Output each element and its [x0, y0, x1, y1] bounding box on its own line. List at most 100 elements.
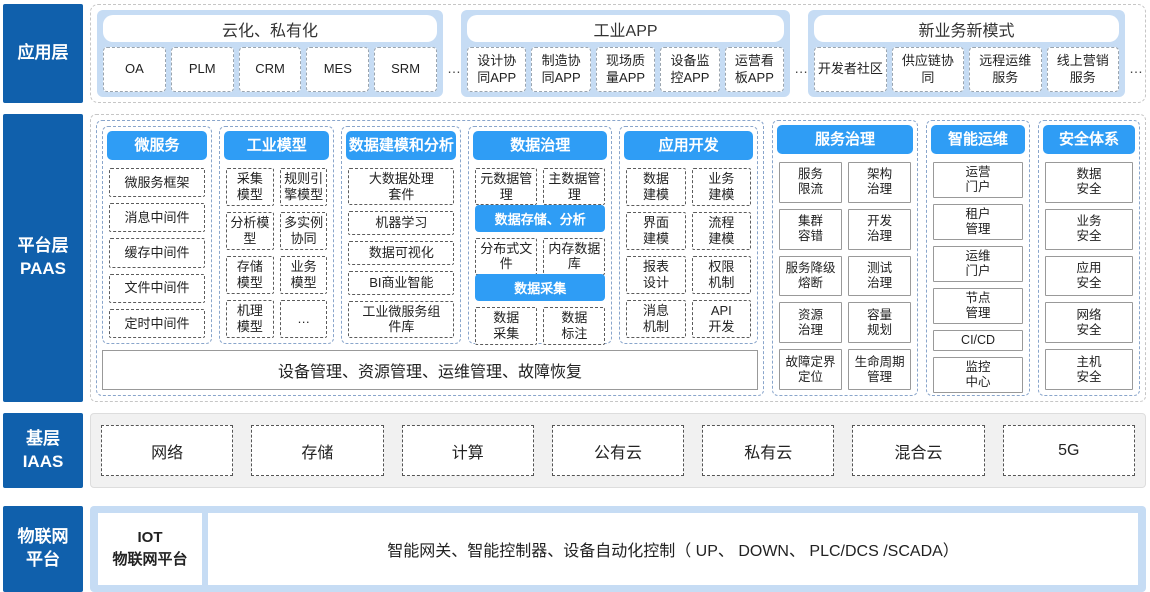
paas-item: 大数据处理 套件 — [348, 168, 454, 205]
group-items: OA PLM CRM MES SRM — [103, 47, 437, 92]
paas-item: 开发 治理 — [848, 209, 911, 250]
app-item: PLM — [171, 47, 234, 92]
group-title: 新业务新模式 — [814, 15, 1119, 42]
paas-core-columns: 微服务 微服务框架 消息中间件 缓存中间件 文件中间件 定时中间件 工业模型 采… — [102, 126, 758, 344]
group-new-business: 新业务新模式 开发者社区 供应链协 同 远程运维 服务 线上营销 服务 — [808, 10, 1125, 97]
column-body: 服务 限流 架构 治理 集群 容错 开发 治理 服务降级 熔断 测试 治理 资源… — [776, 160, 914, 392]
column-header: 数据建模和分析 — [346, 131, 456, 160]
iot-platform-box: IOT 物联网平台 — [98, 513, 202, 585]
layer-label-line2: IAAS — [23, 451, 64, 474]
paas-item: 机器学习 — [348, 211, 454, 235]
paas-item: 数据可视化 — [348, 241, 454, 265]
column-header: 数据治理 — [473, 131, 607, 160]
app-item: 运营看 板APP — [725, 47, 784, 92]
paas-item: 业务 模型 — [280, 256, 328, 294]
paas-item: 数据 标注 — [543, 307, 605, 344]
column-app-development: 应用开发 数据 建模 业务 建模 界面 建模 流程 建模 报表 设计 权限 机制… — [619, 126, 758, 344]
paas-management-bar: 设备管理、资源管理、运维管理、故障恢复 — [102, 350, 758, 390]
group-items: 设计协 同APP 制造协 同APP 现场质 量APP 设备监 控APP 运营看 … — [467, 47, 784, 92]
group-items: 开发者社区 供应链协 同 远程运维 服务 线上营销 服务 — [814, 47, 1119, 92]
column-industrial-model: 工业模型 采集 模型 规则引 擎模型 分析模 型 多实例 协同 存储 模型 业务… — [219, 126, 334, 344]
paas-item: 测试 治理 — [848, 256, 911, 297]
layer-label-line1: 物联网 — [18, 526, 69, 549]
paas-item: 文件中间件 — [109, 274, 205, 303]
column-data-modeling: 数据建模和分析 大数据处理 套件 机器学习 数据可视化 BI商业智能 工业微服务… — [341, 126, 461, 344]
column-security: 安全体系 数据 安全 业务 安全 应用 安全 网络 安全 主机 安全 — [1038, 120, 1140, 396]
paas-item: 分析模 型 — [226, 212, 274, 250]
paas-item: 服务 限流 — [779, 162, 842, 203]
paas-item: 集群 容错 — [779, 209, 842, 250]
iot-box-line2: 物联网平台 — [112, 549, 187, 572]
paas-item: 分布式文 件 — [475, 238, 537, 275]
paas-layer-label: 平台层 PAAS — [3, 114, 83, 402]
app-item: 线上营销 服务 — [1047, 47, 1119, 92]
app-item: 开发者社区 — [814, 47, 886, 92]
paas-item: 运营 门户 — [933, 162, 1023, 198]
iaas-layer-row: 基层 IAAS 网络 存储 计算 公有云 私有云 混合云 5G — [3, 413, 1146, 488]
data-storage-grid: 分布式文 件 内存数据 库 — [475, 238, 605, 269]
column-body: 数据 建模 业务 建模 界面 建模 流程 建模 报表 设计 权限 机制 消息 机… — [623, 166, 754, 340]
paas-item: 工业微服务组 件库 — [348, 301, 454, 338]
group-title: 云化、私有化 — [103, 15, 437, 42]
paas-item: 采集 模型 — [226, 168, 274, 206]
paas-item: 容量 规划 — [848, 302, 911, 343]
app-item: 现场质 量APP — [596, 47, 655, 92]
app-item: SRM — [374, 47, 437, 92]
app-item: 设备监 控APP — [660, 47, 719, 92]
paas-item: 主机 安全 — [1045, 349, 1133, 390]
column-header: 应用开发 — [624, 131, 753, 160]
iaas-layer-label: 基层 IAAS — [3, 413, 83, 488]
ellipsis-more: … — [447, 60, 457, 76]
column-header: 服务治理 — [777, 125, 913, 154]
sub-header-data-storage: 数据存储、分析 — [475, 205, 605, 232]
iot-description: 智能网关、智能控制器、设备自动化控制（ UP、 DOWN、 PLC/DCS /S… — [208, 513, 1138, 585]
paas-item: 运维 门户 — [933, 246, 1023, 282]
paas-item: 存储 模型 — [226, 256, 274, 294]
app-item: CRM — [239, 47, 302, 92]
paas-item: 多实例 协同 — [280, 212, 328, 250]
data-governance-top-grid: 元数据管 理 主数据管 理 — [475, 168, 605, 199]
layer-label-text: 应用层 — [18, 42, 69, 65]
architecture-diagram: 应用层 云化、私有化 OA PLM CRM MES SRM … 工业APP 设计… — [0, 0, 1150, 592]
paas-core-group: 微服务 微服务框架 消息中间件 缓存中间件 文件中间件 定时中间件 工业模型 采… — [96, 120, 764, 396]
paas-item: 内存数据 库 — [543, 238, 605, 275]
layer-label-line2: 平台 — [26, 549, 60, 572]
iaas-item: 网络 — [101, 425, 233, 476]
layer-label-line1: 平台层 — [18, 235, 69, 258]
iot-layer-label: 物联网 平台 — [3, 506, 83, 592]
column-service-governance: 服务治理 服务 限流 架构 治理 集群 容错 开发 治理 服务降级 熔断 测试 … — [772, 120, 918, 396]
iaas-item: 5G — [1003, 425, 1135, 476]
paas-item: 微服务框架 — [109, 168, 205, 197]
paas-item: 网络 安全 — [1045, 302, 1133, 343]
layer-label-line1: 基层 — [26, 428, 60, 451]
app-item: OA — [103, 47, 166, 92]
app-item: 制造协 同APP — [531, 47, 590, 92]
paas-item: 架构 治理 — [848, 162, 911, 203]
application-layer-content: 云化、私有化 OA PLM CRM MES SRM … 工业APP 设计协 同A… — [90, 4, 1146, 103]
paas-item: 机理 模型 — [226, 300, 274, 338]
iaas-item: 公有云 — [552, 425, 684, 476]
column-data-governance: 数据治理 元数据管 理 主数据管 理 数据存储、分析 分布式文 件 内存数据 库 — [468, 126, 612, 344]
paas-item: 主数据管 理 — [543, 168, 605, 205]
column-header: 工业模型 — [224, 131, 329, 160]
application-layer-row: 应用层 云化、私有化 OA PLM CRM MES SRM … 工业APP 设计… — [3, 4, 1146, 103]
iot-layer-row: 物联网 平台 IOT 物联网平台 智能网关、智能控制器、设备自动化控制（ UP、… — [3, 506, 1146, 592]
data-collection-grid: 数据 采集 数据 标注 — [475, 307, 605, 338]
paas-item: 生命周期 管理 — [848, 349, 911, 390]
paas-item: 元数据管 理 — [475, 168, 537, 205]
paas-item: 流程 建模 — [692, 212, 751, 250]
paas-item: BI商业智能 — [348, 271, 454, 295]
ellipsis-more: … — [794, 60, 804, 76]
app-item: 设计协 同APP — [467, 47, 526, 92]
column-body: 采集 模型 规则引 擎模型 分析模 型 多实例 协同 存储 模型 业务 模型 机… — [223, 166, 330, 340]
group-cloud-private: 云化、私有化 OA PLM CRM MES SRM — [97, 10, 443, 97]
paas-layer-content: 微服务 微服务框架 消息中间件 缓存中间件 文件中间件 定时中间件 工业模型 采… — [90, 114, 1146, 402]
paas-layer-row: 平台层 PAAS 微服务 微服务框架 消息中间件 缓存中间件 文件中间件 定时中… — [3, 114, 1146, 402]
column-body: 运营 门户 租户 管理 运维 门户 节点 管理 CI/CD 监控 中心 — [930, 160, 1026, 392]
paas-item: 资源 治理 — [779, 302, 842, 343]
paas-item: 权限 机制 — [692, 256, 751, 294]
application-layer-label: 应用层 — [3, 4, 83, 103]
paas-item: 故障定界 定位 — [779, 349, 842, 390]
paas-item: 数据 建模 — [626, 168, 685, 206]
paas-item: 节点 管理 — [933, 288, 1023, 324]
